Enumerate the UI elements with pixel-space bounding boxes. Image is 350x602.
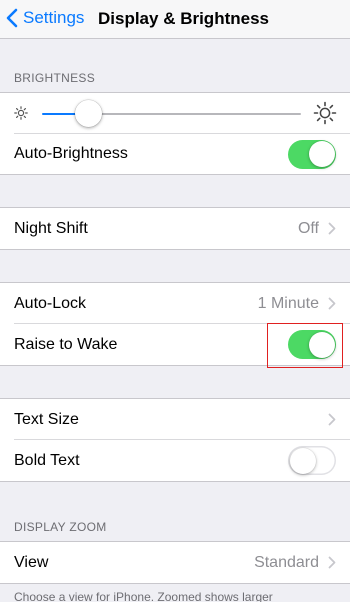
display-zoom-group: View Standard	[0, 541, 350, 584]
night-shift-group: Night Shift Off	[0, 207, 350, 250]
highlight-box	[267, 323, 343, 368]
view-value: Standard	[254, 553, 319, 571]
auto-brightness-row: Auto-Brightness	[14, 133, 350, 174]
sun-small-icon	[14, 106, 28, 120]
auto-lock-value: 1 Minute	[257, 294, 319, 312]
slider-track-empty	[88, 113, 301, 115]
night-shift-row[interactable]: Night Shift Off	[0, 208, 350, 249]
back-button[interactable]: Settings	[6, 8, 84, 28]
chevron-right-icon	[328, 297, 336, 310]
display-zoom-section-header: DISPLAY ZOOM	[14, 520, 107, 534]
bold-text-row: Bold Text	[0, 440, 350, 481]
chevron-right-icon	[328, 556, 336, 569]
raise-to-wake-label: Raise to Wake	[14, 335, 118, 353]
auto-lock-row[interactable]: Auto-Lock 1 Minute	[0, 283, 350, 324]
brightness-slider[interactable]	[0, 93, 350, 133]
auto-lock-label: Auto-Lock	[14, 294, 87, 312]
brightness-group: Auto-Brightness	[0, 92, 350, 175]
toggle-knob	[289, 447, 316, 474]
chevron-right-icon	[328, 222, 336, 235]
bold-text-toggle[interactable]	[288, 446, 336, 475]
display-zoom-footer: Choose a view for iPhone. Zoomed shows l…	[14, 590, 273, 602]
auto-brightness-toggle[interactable]	[288, 139, 336, 169]
slider-thumb[interactable]	[75, 100, 103, 127]
text-size-row[interactable]: Text Size	[0, 399, 350, 440]
page-title: Display & Brightness	[98, 9, 269, 28]
sun-large-icon	[313, 101, 337, 125]
toggle-knob	[308, 141, 335, 167]
view-row[interactable]: View Standard	[0, 542, 350, 583]
bold-text-label: Bold Text	[14, 451, 80, 469]
text-group: Text Size Bold Text	[0, 398, 350, 482]
text-size-label: Text Size	[14, 410, 79, 428]
chevron-right-icon	[328, 413, 336, 426]
brightness-section-header: BRIGHTNESS	[14, 71, 96, 85]
night-shift-value: Off	[297, 219, 319, 237]
navigation-bar: Settings Display & Brightness	[0, 0, 350, 39]
night-shift-label: Night Shift	[14, 219, 88, 237]
back-button-label: Settings	[23, 8, 85, 27]
auto-brightness-label: Auto-Brightness	[14, 145, 128, 162]
view-label: View	[14, 553, 49, 571]
chevron-left-icon	[6, 8, 18, 28]
